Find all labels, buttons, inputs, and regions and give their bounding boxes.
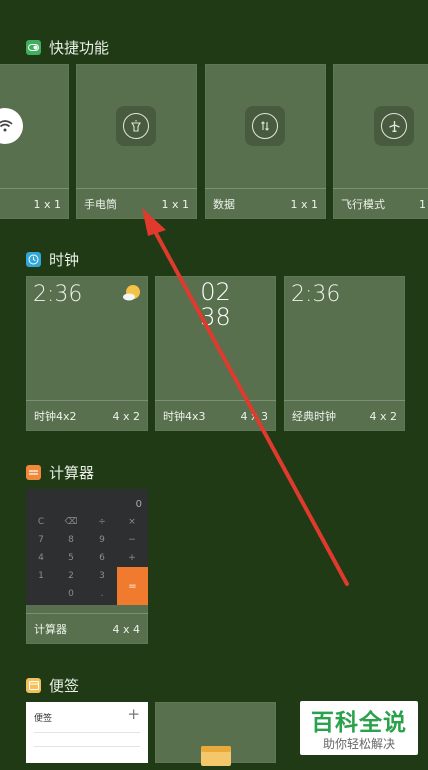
- annotation-arrow: [142, 208, 349, 586]
- watermark-logo: 百科全说 助你轻松解决: [300, 701, 418, 755]
- watermark-subtitle: 助你轻松解决: [322, 737, 395, 751]
- watermark-title: 百科全说: [311, 710, 407, 736]
